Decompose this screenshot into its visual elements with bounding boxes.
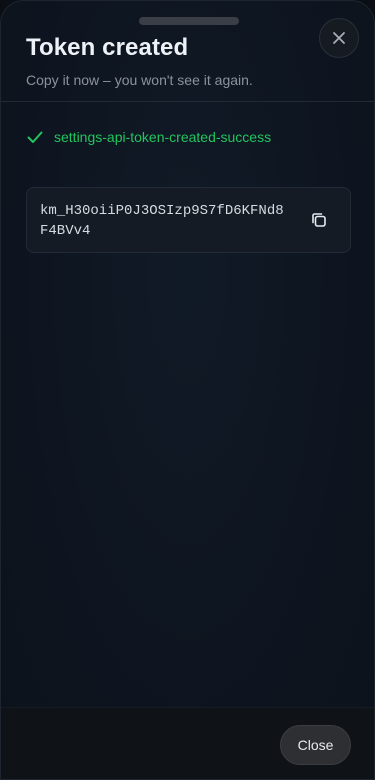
token-value[interactable]: km_H30oiiP0J3OSIzp9S7fD6KFNd8F4BVv4 <box>40 201 290 241</box>
close-button[interactable]: Close <box>280 725 351 765</box>
success-text: settings-api-token-created-success <box>54 129 272 145</box>
copy-token-button[interactable] <box>307 208 331 232</box>
check-icon <box>26 128 44 146</box>
drag-handle[interactable] <box>139 17 239 25</box>
copy-icon <box>312 213 326 227</box>
close-icon <box>333 32 345 44</box>
bottom-sheet: Token created Copy it now – you won't se… <box>0 0 375 780</box>
sheet-header: Token created Copy it now – you won't se… <box>1 1 374 102</box>
page-subtitle: Copy it now – you won't see it again. <box>26 72 253 88</box>
token-display: km_H30oiiP0J3OSIzp9S7fD6KFNd8F4BVv4 <box>26 187 351 253</box>
dismiss-button[interactable] <box>319 18 359 58</box>
success-message: settings-api-token-created-success <box>26 127 271 147</box>
sheet-footer: Close <box>1 707 374 779</box>
page-title: Token created <box>26 34 189 61</box>
